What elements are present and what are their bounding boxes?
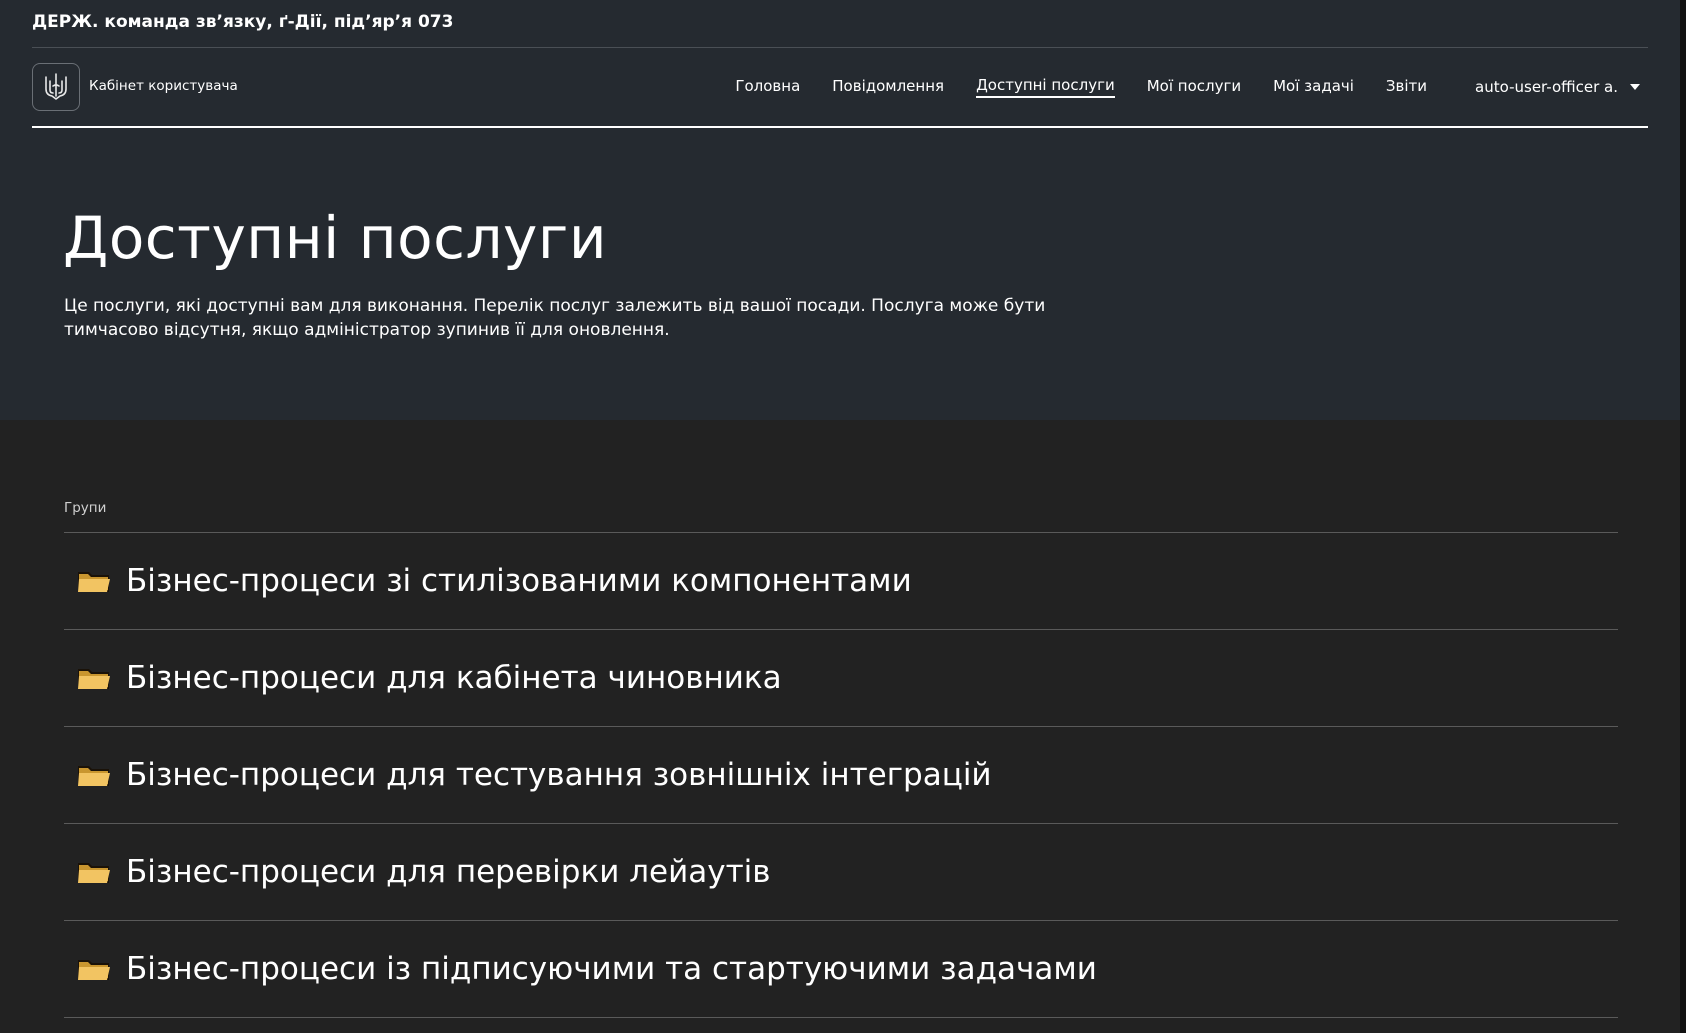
nav-link-available-services[interactable]: Доступні послуги	[976, 76, 1115, 98]
groups-list: Бізнес-процеси зі стилізованими компонен…	[64, 532, 1618, 1018]
trident-icon	[45, 73, 67, 100]
group-title: Бізнес-процеси із підписуючими та старту…	[126, 951, 1097, 987]
group-item[interactable]: Бізнес-процеси для кабінета чиновника	[64, 630, 1618, 727]
page-description: Це послуги, які доступні вам для виконан…	[64, 296, 1046, 340]
groups-label: Групи	[64, 500, 107, 516]
user-name: auto-user-officer a.	[1475, 78, 1618, 96]
nav-link-home[interactable]: Головна	[735, 77, 800, 97]
caret-down-icon	[1630, 84, 1640, 90]
main-navigation: Кабінет користувача Головна Повідомлення…	[32, 48, 1648, 128]
group-title: Бізнес-процеси для тестування зовнішніх …	[126, 757, 992, 793]
group-item[interactable]: Бізнес-процеси зі стилізованими компонен…	[64, 533, 1618, 630]
nav-link-reports[interactable]: Звіти	[1386, 77, 1427, 97]
folder-icon	[78, 572, 110, 592]
nav-link-my-services[interactable]: Мої послуги	[1147, 77, 1241, 97]
logo-button[interactable]	[32, 63, 80, 111]
nav-link-my-tasks[interactable]: Мої задачі	[1273, 77, 1354, 97]
scrollbar-track[interactable]	[1680, 0, 1686, 1033]
group-title: Бізнес-процеси зі стилізованими компонен…	[126, 563, 912, 599]
user-menu-button[interactable]: auto-user-officer a.	[1475, 78, 1640, 96]
org-bar: ДЕРЖ. команда зв’язку, ґ-Дії, під’яр’я 0…	[32, 0, 1648, 48]
group-item[interactable]: Бізнес-процеси для перевірки лейаутів	[64, 824, 1618, 921]
cabinet-label[interactable]: Кабінет користувача	[89, 78, 238, 94]
folder-icon	[78, 863, 110, 883]
folder-icon	[78, 960, 110, 980]
folder-icon	[78, 669, 110, 689]
group-title: Бізнес-процеси для кабінета чиновника	[126, 660, 782, 696]
nav-link-notifications[interactable]: Повідомлення	[832, 77, 944, 97]
group-item[interactable]: Бізнес-процеси із підписуючими та старту…	[64, 921, 1618, 1018]
org-name: ДЕРЖ. команда зв’язку, ґ-Дії, під’яр’я 0…	[32, 12, 454, 32]
page: ДЕРЖ. команда зв’язку, ґ-Дії, під’яр’я 0…	[0, 0, 1686, 1033]
group-title: Бізнес-процеси для перевірки лейаутів	[126, 854, 771, 890]
hero-section: ДЕРЖ. команда зв’язку, ґ-Дії, під’яр’я 0…	[0, 0, 1680, 420]
folder-icon	[78, 766, 110, 786]
group-item[interactable]: Бізнес-процеси для тестування зовнішніх …	[64, 727, 1618, 824]
page-title: Доступні послуги	[63, 204, 608, 272]
nav-links: Головна Повідомлення Доступні послуги Мо…	[735, 48, 1648, 126]
